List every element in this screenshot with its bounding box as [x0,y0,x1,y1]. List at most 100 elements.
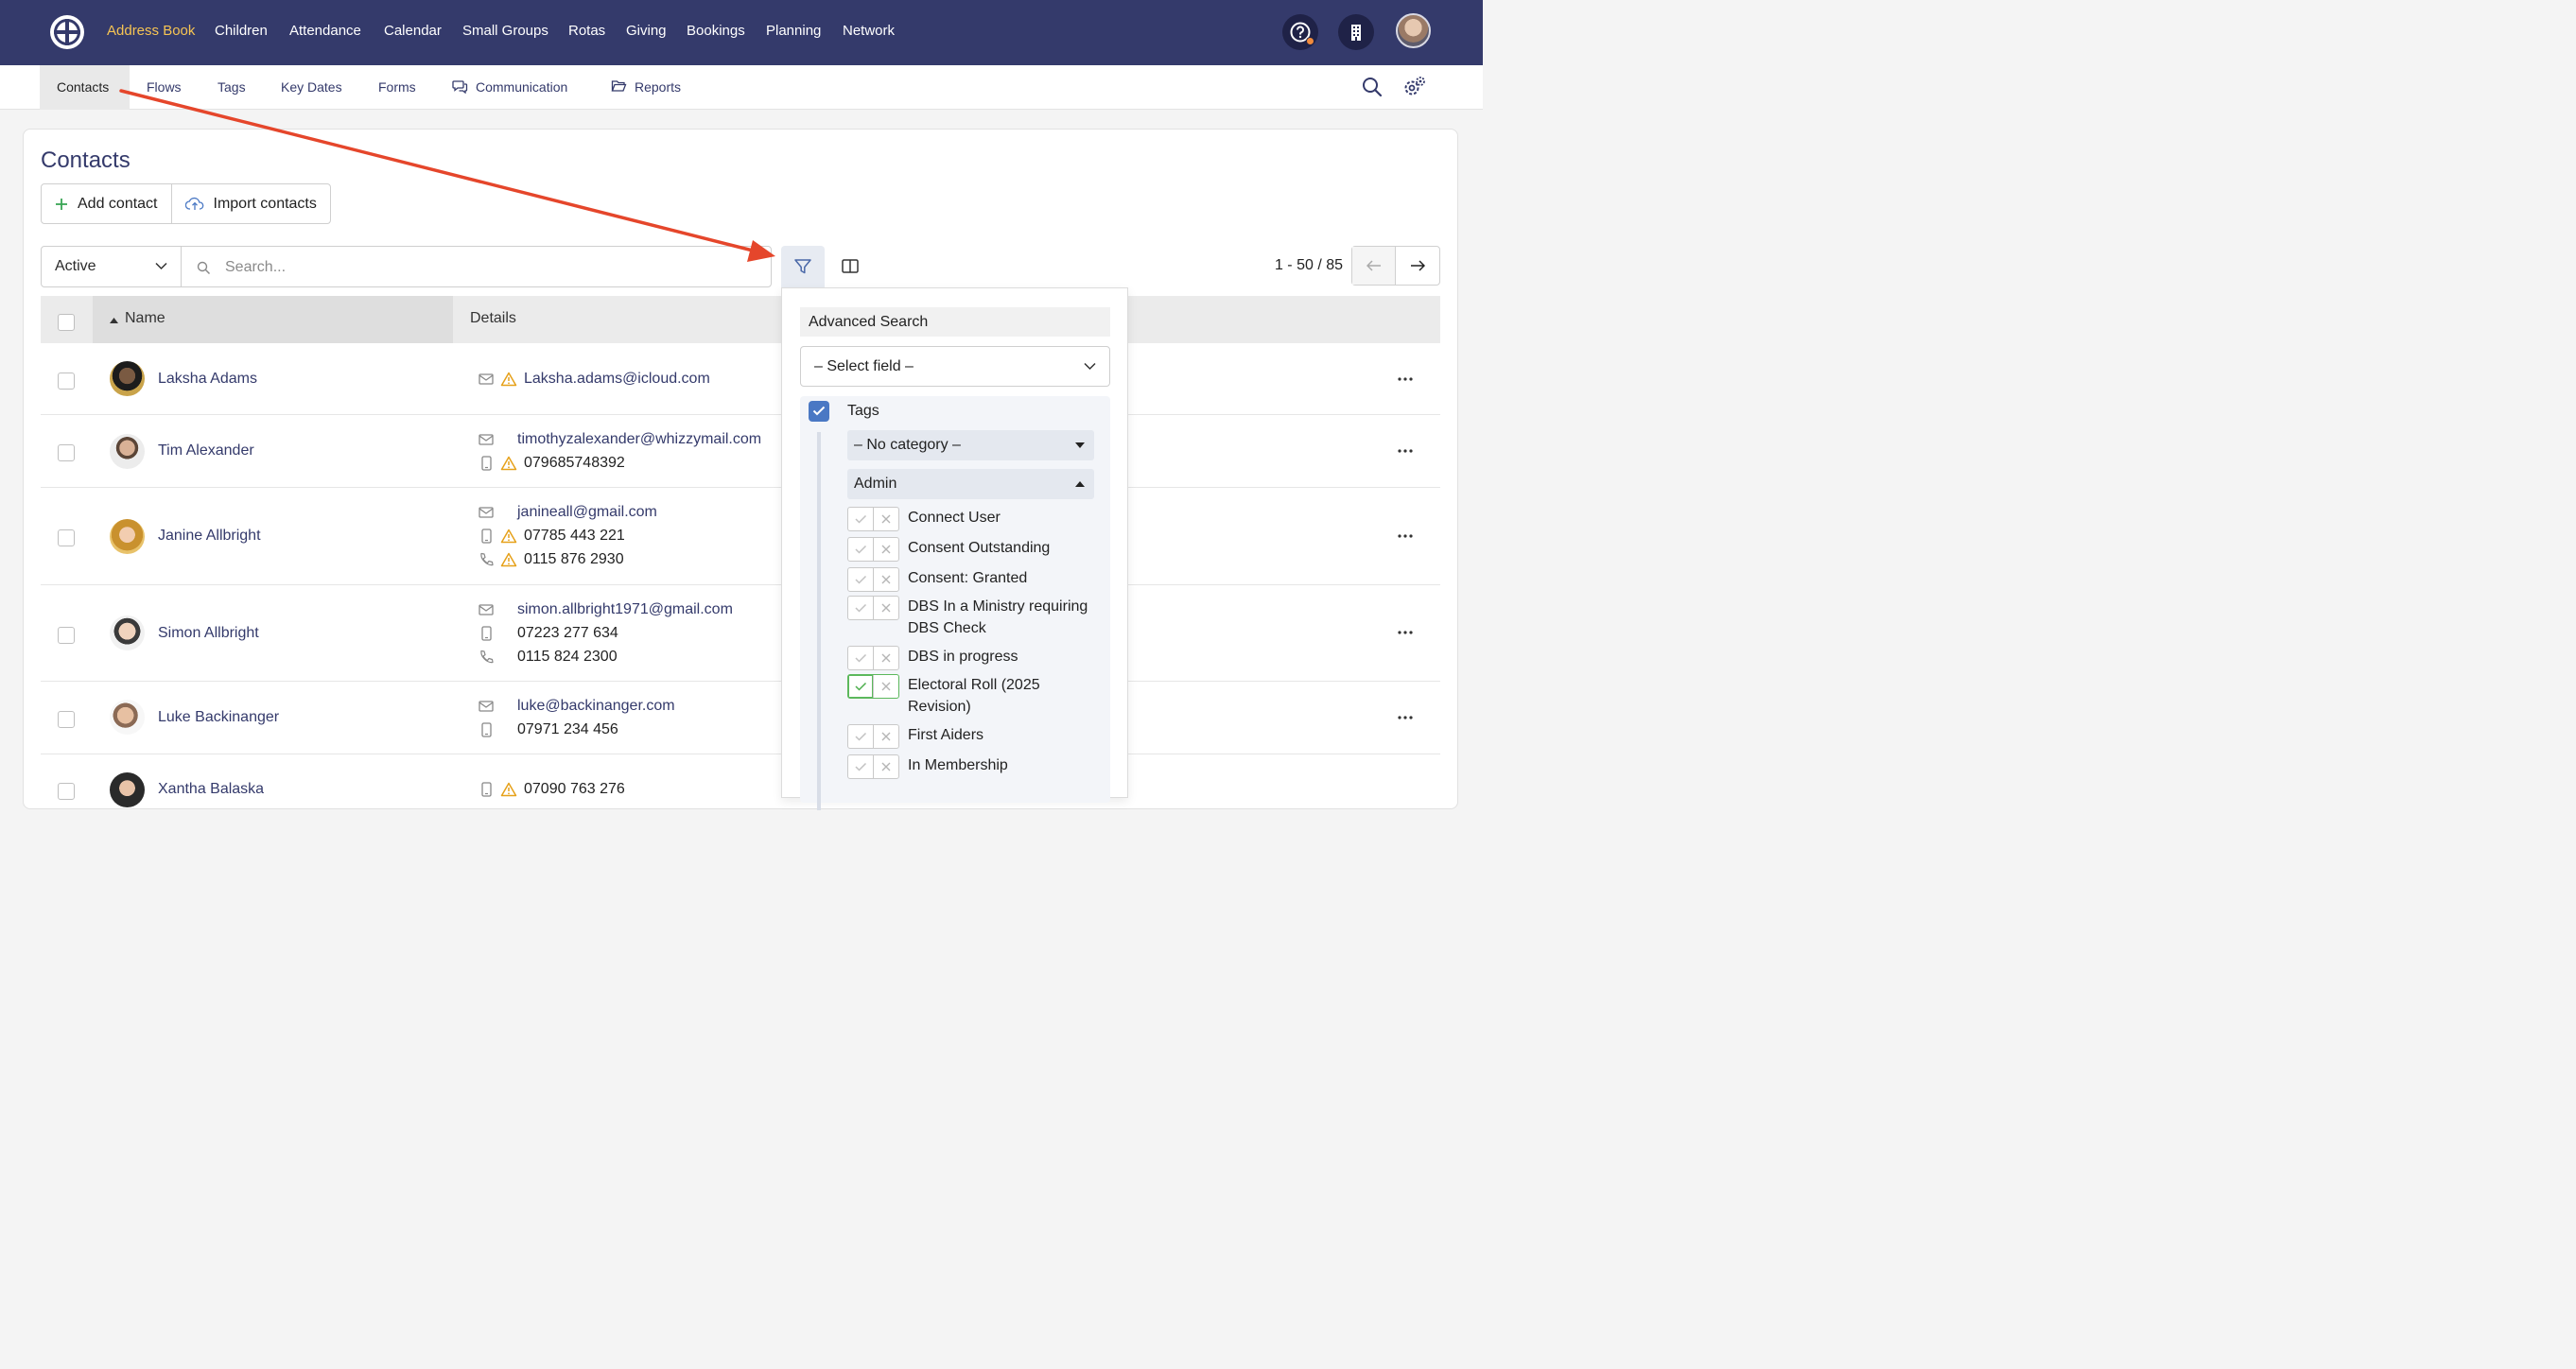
nav-bookings[interactable]: Bookings [687,22,745,41]
include-tag-button[interactable] [848,725,873,748]
tag-tristate-toggle [847,596,899,620]
include-tag-button[interactable] [848,755,873,778]
contact-name[interactable]: Simon Allbright [158,625,259,642]
tags-checkbox[interactable] [809,401,829,422]
table-row[interactable]: Luke Backinanger luke@backinanger.com 07… [41,682,1440,754]
nav-children[interactable]: Children [215,22,268,41]
select-field-dropdown[interactable]: – Select field – [800,346,1110,387]
nav-calendar[interactable]: Calendar [384,22,442,41]
row-checkbox[interactable] [58,529,75,546]
include-tag-button[interactable] [848,647,873,669]
exclude-tag-button[interactable] [873,755,898,778]
settings-gears-icon[interactable] [1402,75,1427,99]
contact-name[interactable]: Laksha Adams [158,371,257,388]
category-no-category[interactable]: – No category – [847,430,1094,460]
table-row[interactable]: Simon Allbright simon.allbright1971@gmai… [41,585,1440,682]
exclude-tag-button[interactable] [873,725,898,748]
caret-up-icon [1075,481,1085,487]
nav-network[interactable]: Network [843,22,895,41]
include-tag-button[interactable] [848,538,873,561]
select-all-checkbox[interactable] [58,314,75,331]
include-tag-button[interactable] [848,508,873,530]
exclude-tag-button[interactable] [873,675,898,698]
exclude-tag-button[interactable] [873,568,898,591]
subnav-forms[interactable]: Forms [378,65,416,110]
category-admin[interactable]: Admin [847,469,1094,499]
more-options-icon[interactable] [1397,533,1414,539]
exclude-tag-button[interactable] [873,538,898,561]
more-options-icon[interactable] [1397,376,1414,382]
contact-mobile: 07785 443 221 [524,527,625,544]
mail-icon [479,700,494,712]
app-logo-icon[interactable] [49,14,85,50]
row-checkbox[interactable] [58,711,75,728]
tag-tristate-toggle [847,537,899,562]
include-tag-button[interactable] [848,597,873,619]
previous-page-button[interactable] [1352,247,1397,285]
check-icon [855,762,866,771]
table-row[interactable]: Tim Alexander timothyzalexander@whizzyma… [41,415,1440,488]
table-row[interactable]: Laksha Adams Laksha.adams@icloud.com [41,343,1440,415]
add-contact-button[interactable]: Add contact [42,184,171,223]
columns-button[interactable] [830,246,870,287]
contact-name[interactable]: Luke Backinanger [158,709,279,726]
nav-small-groups[interactable]: Small Groups [462,22,548,41]
subnav-contacts[interactable]: Contacts [40,65,130,110]
pager [1351,246,1440,286]
subnav-tags[interactable]: Tags [218,65,246,110]
nav-giving[interactable]: Giving [626,22,667,41]
organisation-button[interactable] [1338,14,1374,50]
exclude-tag-button[interactable] [873,597,898,619]
more-options-icon[interactable] [1397,630,1414,635]
search-input[interactable] [225,255,755,280]
table-row[interactable]: Janine Allbright janineall@gmail.com 077… [41,488,1440,585]
detail-line: 0115 824 2300 [478,645,618,668]
more-options-icon[interactable] [1397,715,1414,720]
next-page-button[interactable] [1396,247,1439,285]
search-icon [197,261,211,275]
contact-avatar [110,772,145,807]
tag-tristate-toggle [847,507,899,531]
table-row[interactable]: Xantha Balaska 07090 763 276 [41,754,1440,811]
name-column-header[interactable]: Name [93,296,453,343]
nav-attendance[interactable]: Attendance [289,22,361,41]
filter-button[interactable] [781,246,825,287]
search-icon[interactable] [1360,75,1384,99]
row-checkbox[interactable] [58,373,75,390]
contact-email[interactable]: luke@backinanger.com [517,698,675,715]
contact-email[interactable]: simon.allbright1971@gmail.com [517,601,733,618]
building-icon [1351,25,1361,41]
row-checkbox[interactable] [58,783,75,800]
contact-name[interactable]: Xantha Balaska [158,781,264,798]
import-contacts-button[interactable]: Import contacts [170,184,330,223]
include-tag-button[interactable] [848,675,874,698]
columns-icon [842,259,859,273]
row-checkbox[interactable] [58,627,75,644]
subnav-communication[interactable]: Communication [452,65,567,110]
contact-email[interactable]: Laksha.adams@icloud.com [524,371,710,388]
subnav-flows[interactable]: Flows [147,65,182,110]
folder-icon [611,80,627,92]
subnav-key-dates[interactable]: Key Dates [281,65,342,110]
status-filter-select[interactable]: Active [41,246,182,287]
contact-email[interactable]: janineall@gmail.com [517,504,657,521]
exclude-tag-button[interactable] [873,508,898,530]
subnav-communication-label: Communication [476,79,568,95]
nav-address-book[interactable]: Address Book [107,22,195,41]
exclude-tag-button[interactable] [873,647,898,669]
contact-name[interactable]: Janine Allbright [158,528,261,545]
subnav-reports[interactable]: Reports [611,65,681,110]
contact-email[interactable]: timothyzalexander@whizzymail.com [517,431,761,448]
help-button[interactable] [1282,14,1318,50]
more-options-icon[interactable] [1397,448,1414,454]
nav-rotas[interactable]: Rotas [568,22,605,41]
select-field-value: – Select field – [814,358,914,374]
user-avatar[interactable] [1396,13,1431,48]
tag-label: In Membership [908,757,1008,773]
contact-name[interactable]: Tim Alexander [158,442,254,459]
include-tag-button[interactable] [848,568,873,591]
nav-planning[interactable]: Planning [766,22,821,41]
row-checkbox[interactable] [58,444,75,461]
detail-line: simon.allbright1971@gmail.com [478,598,733,621]
check-icon [855,682,866,691]
